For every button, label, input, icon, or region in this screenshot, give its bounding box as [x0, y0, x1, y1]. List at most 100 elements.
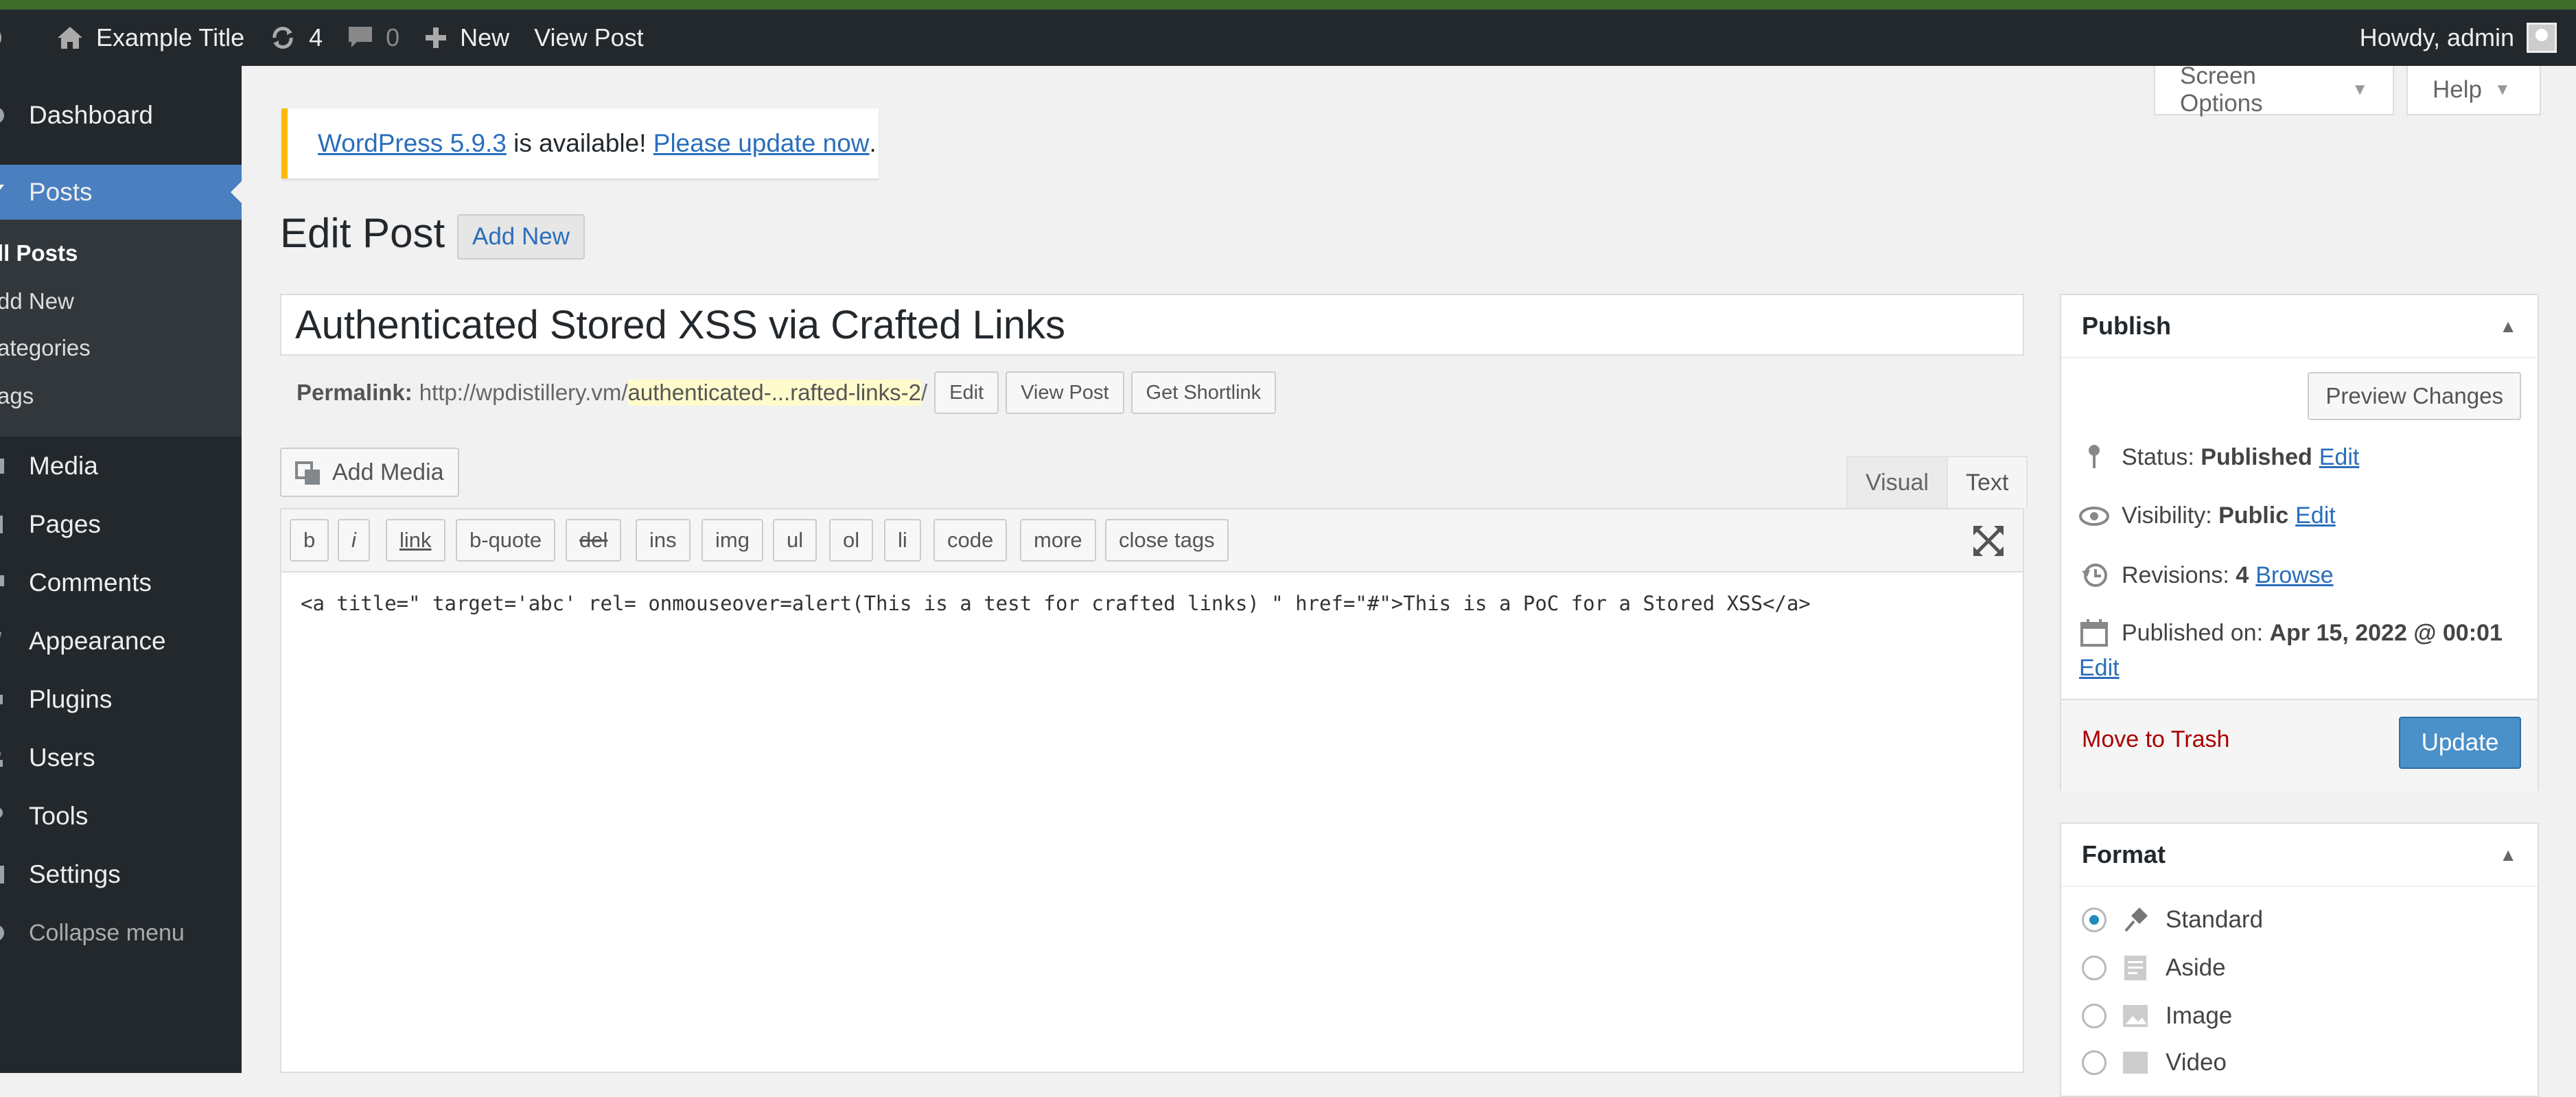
- comments-link[interactable]: 0: [347, 23, 399, 52]
- wordpress-version-link[interactable]: WordPress 5.9.3: [318, 129, 507, 158]
- radio-video[interactable]: [2082, 1050, 2107, 1075]
- qt-bold-button[interactable]: b: [290, 519, 329, 562]
- format-header[interactable]: Format ▲: [2061, 824, 2538, 887]
- permalink-label: Permalink:: [297, 380, 413, 405]
- update-button[interactable]: Update: [2399, 717, 2521, 769]
- radio-aside[interactable]: [2082, 956, 2107, 980]
- collapse-label: Collapse menu: [29, 919, 185, 946]
- qt-italic-button[interactable]: i: [338, 519, 370, 562]
- menu-plugins[interactable]: Plugins: [0, 672, 242, 727]
- pushpin-icon: [2122, 906, 2149, 934]
- qt-code-button[interactable]: code: [933, 519, 1008, 562]
- format-option-aside[interactable]: Aside: [2082, 954, 2226, 982]
- pin-icon: [2079, 443, 2109, 471]
- menu-label: Pages: [29, 510, 101, 538]
- menu-pages[interactable]: Pages: [0, 497, 242, 552]
- submenu-add-new[interactable]: dd New: [0, 288, 74, 314]
- dashboard-icon: [0, 108, 4, 123]
- collapse-arrow-icon[interactable]: ▲: [2499, 844, 2517, 866]
- qt-ins-button[interactable]: ins: [636, 519, 691, 562]
- site-name: Example Title: [96, 23, 245, 51]
- calendar-icon: [2079, 619, 2109, 647]
- format-label: Standard: [2166, 906, 2264, 933]
- history-icon: [2079, 562, 2109, 589]
- update-notice: WordPress 5.9.3 is available! Please upd…: [281, 108, 879, 178]
- format-option-video[interactable]: Video: [2082, 1049, 2227, 1076]
- wp-logo-menu[interactable]: [0, 24, 11, 51]
- tab-visual[interactable]: Visual: [1846, 456, 1948, 508]
- updates-link[interactable]: 4: [269, 23, 323, 52]
- qt-bquote-button[interactable]: b-quote: [456, 519, 556, 562]
- fullscreen-icon[interactable]: [1971, 523, 2006, 559]
- tab-text[interactable]: Text: [1947, 456, 2028, 508]
- collapse-menu-button[interactable]: Collapse menu: [0, 905, 242, 960]
- menu-tools[interactable]: Tools: [0, 789, 242, 844]
- settings-icon: [0, 866, 4, 884]
- qt-ul-button[interactable]: ul: [773, 519, 817, 562]
- pages-icon: [0, 516, 3, 533]
- tools-icon: [0, 808, 3, 818]
- menu-media[interactable]: Media: [0, 439, 242, 494]
- help-button[interactable]: Help ▼: [2406, 66, 2541, 115]
- menu-label: Posts: [29, 178, 93, 206]
- site-name-link[interactable]: Example Title: [56, 23, 244, 52]
- add-media-button[interactable]: Add Media: [280, 448, 459, 497]
- caret-down-icon: ▼: [2494, 80, 2511, 99]
- my-account-menu[interactable]: Howdy, admin: [2360, 10, 2557, 66]
- qt-more-button[interactable]: more: [1020, 519, 1096, 562]
- publish-header[interactable]: Publish ▲: [2061, 295, 2538, 358]
- radio-standard[interactable]: [2082, 908, 2107, 932]
- menu-appearance[interactable]: Appearance: [0, 614, 242, 669]
- menu-label: Comments: [29, 568, 152, 597]
- edit-visibility-link[interactable]: Edit: [2295, 503, 2336, 529]
- edit-status-link[interactable]: Edit: [2319, 444, 2360, 471]
- comments-icon: [0, 575, 4, 586]
- menu-label: Dashboard: [29, 101, 154, 129]
- visibility-label: Visibility:: [2122, 503, 2219, 529]
- get-shortlink-button[interactable]: Get Shortlink: [1130, 371, 1277, 414]
- view-post-button[interactable]: View Post: [1006, 371, 1124, 414]
- qt-close-tags-button[interactable]: close tags: [1105, 519, 1229, 562]
- update-now-link[interactable]: Please update now: [653, 129, 870, 158]
- screen-options-button[interactable]: Screen Options ▼: [2154, 62, 2394, 117]
- permalink-slug[interactable]: authenticated-...rafted-links-2: [627, 380, 921, 406]
- format-option-image[interactable]: Image: [2082, 1002, 2232, 1030]
- post-title-input[interactable]: Authenticated Stored XSS via Crafted Lin…: [280, 294, 2024, 356]
- menu-settings[interactable]: Settings: [0, 847, 242, 902]
- format-option-standard[interactable]: Standard: [2082, 906, 2263, 934]
- status-value: Published: [2201, 443, 2312, 470]
- submenu-tags[interactable]: ags: [0, 383, 34, 409]
- menu-label: Media: [29, 452, 98, 480]
- posts-submenu: ll Posts dd New ategories ags: [0, 220, 242, 437]
- menu-dashboard[interactable]: Dashboard: [0, 88, 242, 143]
- qt-img-button[interactable]: img: [701, 519, 763, 562]
- aside-icon: [2122, 954, 2149, 982]
- edit-date-link[interactable]: Edit: [2079, 655, 2120, 682]
- pushpin-icon: [0, 185, 4, 201]
- browse-revisions-link[interactable]: Browse: [2255, 562, 2333, 589]
- preview-changes-button[interactable]: Preview Changes: [2308, 372, 2521, 420]
- collapse-arrow-icon[interactable]: ▲: [2499, 316, 2517, 337]
- qt-link-button[interactable]: link: [386, 519, 445, 562]
- menu-comments[interactable]: Comments: [0, 555, 242, 610]
- menu-label: Plugins: [29, 685, 113, 713]
- published-label: Published on:: [2122, 619, 2270, 646]
- add-new-button[interactable]: Add New: [457, 214, 585, 259]
- view-post-link[interactable]: View Post: [534, 23, 643, 52]
- screen-options-label: Screen Options: [2180, 62, 2263, 117]
- qt-del-button[interactable]: del: [566, 519, 622, 562]
- qt-li-button[interactable]: li: [884, 519, 921, 562]
- revisions-label: Revisions:: [2122, 562, 2236, 588]
- menu-users[interactable]: Users: [0, 730, 242, 785]
- menu-posts[interactable]: Posts: [0, 165, 242, 220]
- edit-permalink-button[interactable]: Edit: [934, 371, 999, 414]
- new-content-link[interactable]: New: [424, 23, 509, 52]
- submenu-all-posts[interactable]: ll Posts: [0, 240, 78, 266]
- avatar: [2527, 23, 2557, 53]
- submenu-categories[interactable]: ategories: [0, 335, 91, 361]
- post-content-textarea[interactable]: <a title=" target='abc' rel= onmouseover…: [301, 592, 1811, 615]
- qt-ol-button[interactable]: ol: [829, 519, 874, 562]
- radio-image[interactable]: [2082, 1004, 2107, 1028]
- move-to-trash-link[interactable]: Move to Trash: [2082, 726, 2229, 753]
- howdy-text: Howdy, admin: [2359, 23, 2514, 51]
